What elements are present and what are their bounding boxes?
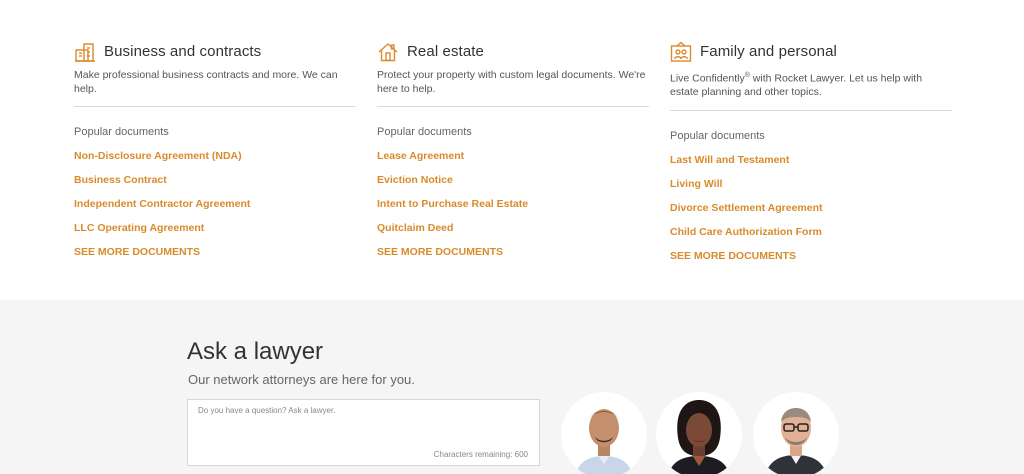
characters-remaining: Characters remaining: 600 — [433, 450, 528, 459]
ask-lawyer-title: Ask a lawyer — [187, 338, 324, 365]
attorney-photo-1 — [561, 392, 647, 474]
document-link-quitclaim[interactable]: Quitclaim Deed — [377, 222, 649, 235]
category-header: Family and personal — [670, 40, 952, 64]
popular-documents-label: Popular documents — [377, 126, 472, 138]
document-link-eviction[interactable]: Eviction Notice — [377, 174, 649, 187]
category-header: Real estate — [377, 40, 649, 64]
category-header: Business and contracts — [74, 40, 356, 64]
document-link-lease[interactable]: Lease Agreement — [377, 150, 649, 163]
ask-a-lawyer-section: Ask a lawyer Our network attorneys are h… — [0, 300, 1024, 474]
document-link-business-contract[interactable]: Business Contract — [74, 174, 356, 187]
document-link-living-will[interactable]: Living Will — [670, 178, 952, 191]
ask-lawyer-subtitle: Our network attorneys are here for you. — [188, 372, 415, 387]
popular-documents-label: Popular documents — [74, 126, 169, 138]
category-description: Live Confidently® with Rocket Lawyer. Le… — [670, 69, 952, 111]
see-more-documents-link[interactable]: SEE MORE DOCUMENTS — [670, 250, 952, 263]
category-title[interactable]: Family and personal — [700, 40, 837, 64]
category-title[interactable]: Business and contracts — [104, 40, 261, 64]
document-link-child-care[interactable]: Child Care Authorization Form — [670, 226, 952, 239]
attorney-photo-3 — [753, 392, 839, 474]
business-building-icon — [74, 41, 96, 63]
category-family: Family and personal Live Confidently® wi… — [670, 40, 952, 263]
category-real-estate: Real estate Protect your property with c… — [377, 40, 649, 259]
description-text: Live Confidently — [670, 72, 745, 85]
document-link-divorce-settlement[interactable]: Divorce Settlement Agreement — [670, 202, 952, 215]
family-portrait-icon — [670, 41, 692, 63]
category-description: Protect your property with custom legal … — [377, 69, 649, 107]
attorney-photo-2 — [656, 392, 742, 474]
question-box: Characters remaining: 600 — [187, 399, 540, 466]
see-more-documents-link[interactable]: SEE MORE DOCUMENTS — [377, 246, 649, 259]
document-link-llc-operating[interactable]: LLC Operating Agreement — [74, 222, 356, 235]
document-link-intent-to-purchase[interactable]: Intent to Purchase Real Estate — [377, 198, 649, 211]
category-description: Make professional business contracts and… — [74, 69, 356, 107]
see-more-documents-link[interactable]: SEE MORE DOCUMENTS — [74, 246, 356, 259]
document-link-last-will[interactable]: Last Will and Testament — [670, 154, 952, 167]
category-title[interactable]: Real estate — [407, 40, 484, 64]
popular-documents-label: Popular documents — [670, 129, 765, 142]
document-categories-section: Business and contracts Make professional… — [0, 0, 1024, 300]
house-icon — [377, 41, 399, 63]
document-link-independent-contractor[interactable]: Independent Contractor Agreement — [74, 198, 356, 211]
category-business: Business and contracts Make professional… — [74, 40, 356, 259]
document-link-nda[interactable]: Non-Disclosure Agreement (NDA) — [74, 150, 356, 163]
